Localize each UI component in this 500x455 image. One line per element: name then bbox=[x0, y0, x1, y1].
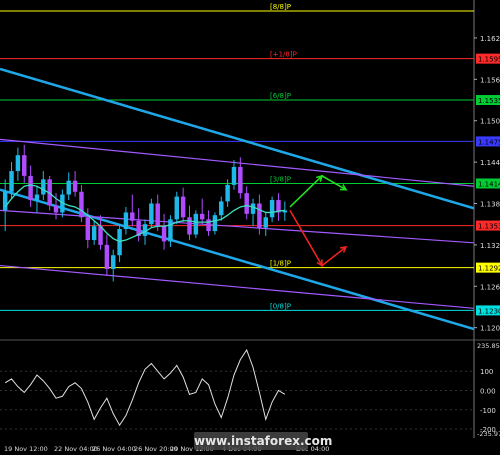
candle-body bbox=[149, 203, 154, 225]
candle-body bbox=[130, 212, 135, 221]
level-label: [+1/8]P bbox=[270, 51, 297, 59]
candle-body bbox=[238, 166, 243, 194]
candle-body bbox=[174, 196, 180, 220]
cci-top-label: 235.8568 bbox=[477, 342, 500, 350]
candle-body bbox=[257, 203, 262, 228]
candle-body bbox=[41, 179, 46, 195]
candle-body bbox=[104, 244, 110, 270]
candle-body bbox=[212, 215, 218, 232]
level-label: [3/8]P bbox=[270, 175, 291, 183]
candle-body bbox=[123, 212, 129, 230]
candle-body bbox=[34, 194, 40, 201]
time-label: 26 Nov 04:00 bbox=[92, 445, 136, 453]
price-tick-label: 1.1325 bbox=[480, 242, 500, 250]
candle-body bbox=[2, 191, 8, 211]
candle-body bbox=[187, 217, 192, 235]
candle-body bbox=[9, 171, 14, 192]
level-price-tag-text: 1.1475 bbox=[478, 138, 500, 146]
candle-body bbox=[168, 219, 173, 242]
candle-body bbox=[219, 201, 224, 216]
candle-body bbox=[53, 205, 59, 213]
level-label: [1/8]P bbox=[270, 260, 291, 268]
candle-body bbox=[28, 175, 33, 201]
level-price-tag-text: 1.1414 bbox=[478, 180, 500, 188]
candle-body bbox=[244, 193, 249, 214]
level-label: [0/8]P bbox=[270, 302, 291, 310]
candle-body bbox=[193, 213, 199, 235]
level-price-tag-text: 1.1230 bbox=[478, 307, 500, 315]
level-label: [6/8]P bbox=[270, 92, 291, 100]
level-price-tag-text: 1.1595 bbox=[478, 56, 500, 64]
level-label: [8/8]P bbox=[270, 3, 291, 11]
candle-body bbox=[231, 166, 237, 185]
price-tick-label: 1.1385 bbox=[480, 200, 500, 208]
candle-body bbox=[263, 217, 268, 228]
price-tick-label: 1.1625 bbox=[480, 35, 500, 43]
level-price-tag-text: 1.1535 bbox=[478, 97, 500, 105]
price-tick-label: 1.1265 bbox=[480, 283, 500, 291]
candle-body bbox=[91, 226, 97, 241]
candle-body bbox=[22, 155, 27, 176]
price-tick-label: 1.1505 bbox=[480, 118, 500, 126]
candle-body bbox=[155, 203, 160, 227]
candle-body bbox=[79, 191, 84, 218]
cci-tick-label: -100 bbox=[480, 407, 496, 415]
candle-body bbox=[117, 229, 122, 256]
candle-body bbox=[180, 196, 186, 218]
candle-body bbox=[250, 203, 256, 214]
level-price-tag-text: 1.1353 bbox=[478, 223, 500, 231]
candle-body bbox=[66, 180, 71, 195]
candle-body bbox=[98, 226, 103, 245]
price-tick-label: 1.1565 bbox=[480, 76, 500, 84]
candle-body bbox=[15, 155, 21, 172]
level-price-tag-text: 1.1292 bbox=[478, 265, 500, 273]
cci-bottom-label: -235.9756 bbox=[477, 430, 500, 438]
time-label: 19 Nov 12:00 bbox=[4, 445, 48, 453]
price-tick-label: 1.1205 bbox=[480, 325, 500, 333]
candle-body bbox=[269, 200, 275, 218]
candle-body bbox=[85, 217, 91, 241]
watermark: www.instaforex.com bbox=[194, 432, 333, 450]
candle-body bbox=[225, 184, 230, 202]
candle-body bbox=[199, 213, 205, 220]
cci-tick-label: 0.00 bbox=[480, 387, 496, 395]
candle-body bbox=[72, 180, 78, 192]
candle-body bbox=[110, 255, 116, 270]
candle-body bbox=[161, 226, 167, 242]
price-chart: [8/8]P [+1/8]P 1.1595 [6/8]P 1.1535 1.1475 [3/… bbox=[0, 0, 500, 455]
price-tick-label: 1.1445 bbox=[480, 159, 500, 167]
cci-tick-label: 100 bbox=[480, 368, 493, 376]
